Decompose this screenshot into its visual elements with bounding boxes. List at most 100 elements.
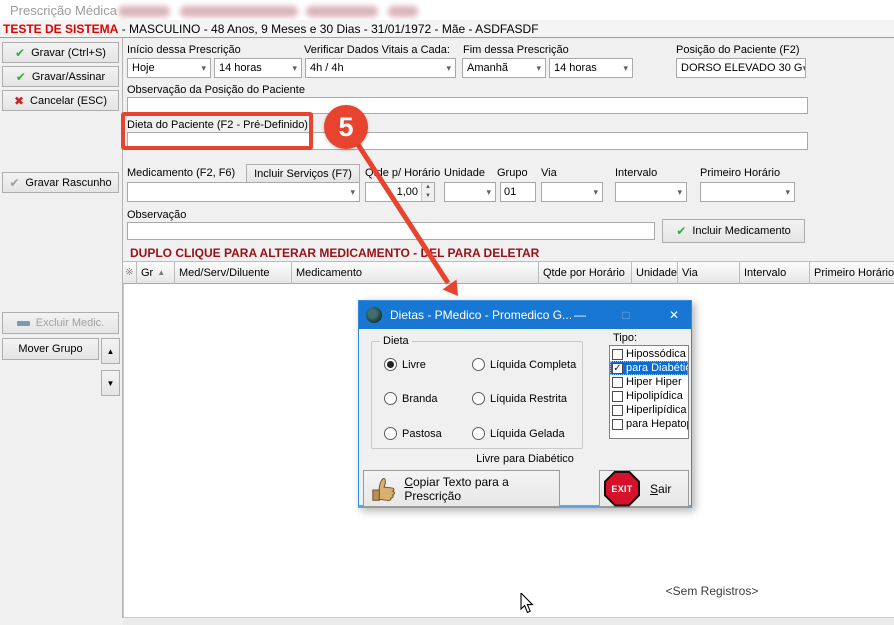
inicio-day-combobox[interactable]: Hoje ▾: [127, 58, 211, 78]
fim-time-combobox[interactable]: 14 horas ▾: [549, 58, 633, 78]
via-combobox[interactable]: ▾: [541, 182, 603, 202]
radio-livre[interactable]: Livre: [384, 358, 426, 371]
grid-empty-text: <Sem Registros>: [637, 584, 787, 598]
arrow-up-icon: ▲: [107, 347, 115, 356]
inicio-time-combobox[interactable]: 14 horas ▾: [214, 58, 302, 78]
delete-med-button-label: Excluir Medic.: [36, 317, 104, 329]
intervalo-combobox[interactable]: ▾: [615, 182, 687, 202]
check-icon: ✔: [16, 70, 26, 84]
grid-footer-strip: [123, 617, 894, 625]
incluir-medicamento-button[interactable]: ✔ Incluir Medicamento: [662, 219, 805, 243]
copiar-texto-button[interactable]: Copiar Texto para a Prescrição: [363, 470, 560, 507]
chevron-down-icon: ▾: [486, 187, 495, 198]
redacted-text: [180, 6, 298, 17]
dialog-titlebar[interactable]: Dietas - PMedico - Promedico G...: [359, 301, 691, 329]
save-sign-button-label: Gravar/Assinar: [32, 71, 105, 83]
grid-col-medserv[interactable]: Med/Serv/Diluente: [175, 261, 292, 284]
vitais-combobox[interactable]: 4h / 4h ▾: [305, 58, 456, 78]
close-icon: ✕: [669, 308, 679, 322]
posicao-combobox[interactable]: DORSO ELEVADO 30 G ▾: [676, 58, 806, 78]
tipo-listbox[interactable]: Hipossódica ✓ para Diabético Hiper Hiper…: [609, 345, 689, 439]
radio-icon: [384, 427, 397, 440]
observacao-input[interactable]: [127, 222, 655, 240]
grid-col-gr[interactable]: Gr ▲: [137, 261, 175, 284]
incluir-servicos-button[interactable]: Incluir Serviços (F7): [246, 164, 360, 183]
move-up-button[interactable]: ▲: [101, 338, 120, 364]
qtde-stepper[interactable]: 1,00 ▲ ▼: [365, 182, 435, 202]
redacted-text: [118, 6, 170, 17]
radio-icon: [472, 427, 485, 440]
checkbox-icon[interactable]: [612, 349, 623, 360]
fim-day-combobox[interactable]: Amanhã ▾: [462, 58, 546, 78]
primeiro-combobox[interactable]: ▾: [700, 182, 795, 202]
sair-button[interactable]: EXIT Sair: [599, 470, 689, 507]
unidade-combobox[interactable]: ▾: [444, 182, 496, 202]
move-down-button[interactable]: ▼: [101, 370, 120, 396]
radio-pastosa[interactable]: Pastosa: [384, 427, 442, 440]
vitais-value: 4h / 4h: [310, 62, 344, 74]
tipo-item-hipolipidica[interactable]: Hipolipídica: [610, 389, 688, 403]
check-icon: ✔: [15, 46, 25, 60]
maximize-button[interactable]: □: [611, 301, 641, 329]
inicio-label: Início dessa Prescrição: [127, 44, 241, 56]
dietas-dialog-icon: [366, 307, 382, 323]
fim-time-value: 14 horas: [554, 62, 597, 74]
minimize-button[interactable]: —: [565, 301, 595, 329]
tipo-label: Tipo:: [613, 332, 637, 344]
radio-icon: [384, 392, 397, 405]
medicamento-combobox[interactable]: ▾: [127, 182, 360, 202]
spin-up-icon[interactable]: ▲: [421, 183, 434, 192]
tipo-item-para-hepatopata[interactable]: para Hepatopata: [610, 417, 688, 431]
inicio-day-value: Hoje: [132, 62, 155, 74]
save-draft-button[interactable]: ✔ Gravar Rascunho: [2, 172, 119, 193]
spin-down-icon[interactable]: ▼: [421, 192, 434, 201]
redacted-text: [306, 6, 378, 17]
obs-posicao-input[interactable]: [127, 97, 808, 114]
chevron-down-icon: ▾: [292, 63, 301, 74]
grid-col-selector[interactable]: ※: [123, 261, 137, 284]
move-group-button[interactable]: Mover Grupo: [2, 338, 99, 360]
tipo-item-hiperlipidica[interactable]: Hiperlipídica: [610, 403, 688, 417]
checkbox-icon[interactable]: [612, 419, 623, 430]
grid-col-primeiro[interactable]: Primeiro Horário: [810, 261, 894, 284]
dieta-input[interactable]: [127, 132, 808, 150]
radio-icon: [384, 358, 397, 371]
incluir-medicamento-label: Incluir Medicamento: [692, 225, 790, 237]
save-button[interactable]: ✔ Gravar (Ctrl+S): [2, 42, 119, 63]
tipo-item-para-diabetico[interactable]: ✓ para Diabético: [610, 361, 688, 375]
grid-col-intervalo[interactable]: Intervalo: [740, 261, 810, 284]
arrow-down-icon: ▼: [107, 379, 115, 388]
unidade-label: Unidade: [444, 167, 485, 179]
radio-liquida-completa[interactable]: Líquida Completa: [472, 358, 576, 371]
tipo-item-hiper-hiper[interactable]: Hiper Hiper: [610, 375, 688, 389]
minus-icon: [17, 321, 30, 326]
grupo-input[interactable]: 01: [500, 182, 536, 202]
grid-col-medicamento[interactable]: Medicamento: [292, 261, 539, 284]
delete-med-button[interactable]: Excluir Medic.: [2, 312, 119, 334]
radio-liquida-restrita[interactable]: Líquida Restrita: [472, 392, 567, 405]
grid-col-unidade[interactable]: Unidade: [632, 261, 678, 284]
fim-label: Fim dessa Prescrição: [463, 44, 569, 56]
chevron-down-icon: ▾: [623, 63, 632, 74]
checkbox-icon[interactable]: [612, 377, 623, 388]
move-group-button-label: Mover Grupo: [18, 343, 82, 355]
checkbox-icon[interactable]: ✓: [612, 363, 623, 374]
save-sign-button[interactable]: ✔ Gravar/Assinar: [2, 66, 119, 87]
checkbox-icon[interactable]: [612, 405, 623, 416]
cancel-button[interactable]: ✖ Cancelar (ESC): [2, 90, 119, 111]
close-button[interactable]: ✕: [659, 301, 689, 329]
grid-col-qtde[interactable]: Qtde por Horário: [539, 261, 632, 284]
patient-details: - MASCULINO - 48 Anos, 9 Meses e 30 Dias…: [118, 22, 538, 36]
tipo-item-hipossodica[interactable]: Hipossódica: [610, 347, 688, 361]
thumbs-up-icon: [370, 476, 396, 502]
sair-label: Sair: [650, 482, 671, 496]
dieta-group-label: Dieta: [380, 335, 412, 347]
qtde-value: 1,00: [366, 186, 421, 198]
radio-branda[interactable]: Branda: [384, 392, 437, 405]
grid-col-via[interactable]: Via: [678, 261, 740, 284]
radio-liquida-gelada[interactable]: Líquida Gelada: [472, 427, 565, 440]
dieta-label: Dieta do Paciente (F2 - Pré-Definido): [127, 119, 308, 131]
checkbox-icon[interactable]: [612, 391, 623, 402]
chevron-down-icon: ▾: [446, 63, 455, 74]
asterisk-icon: ※: [125, 267, 133, 278]
